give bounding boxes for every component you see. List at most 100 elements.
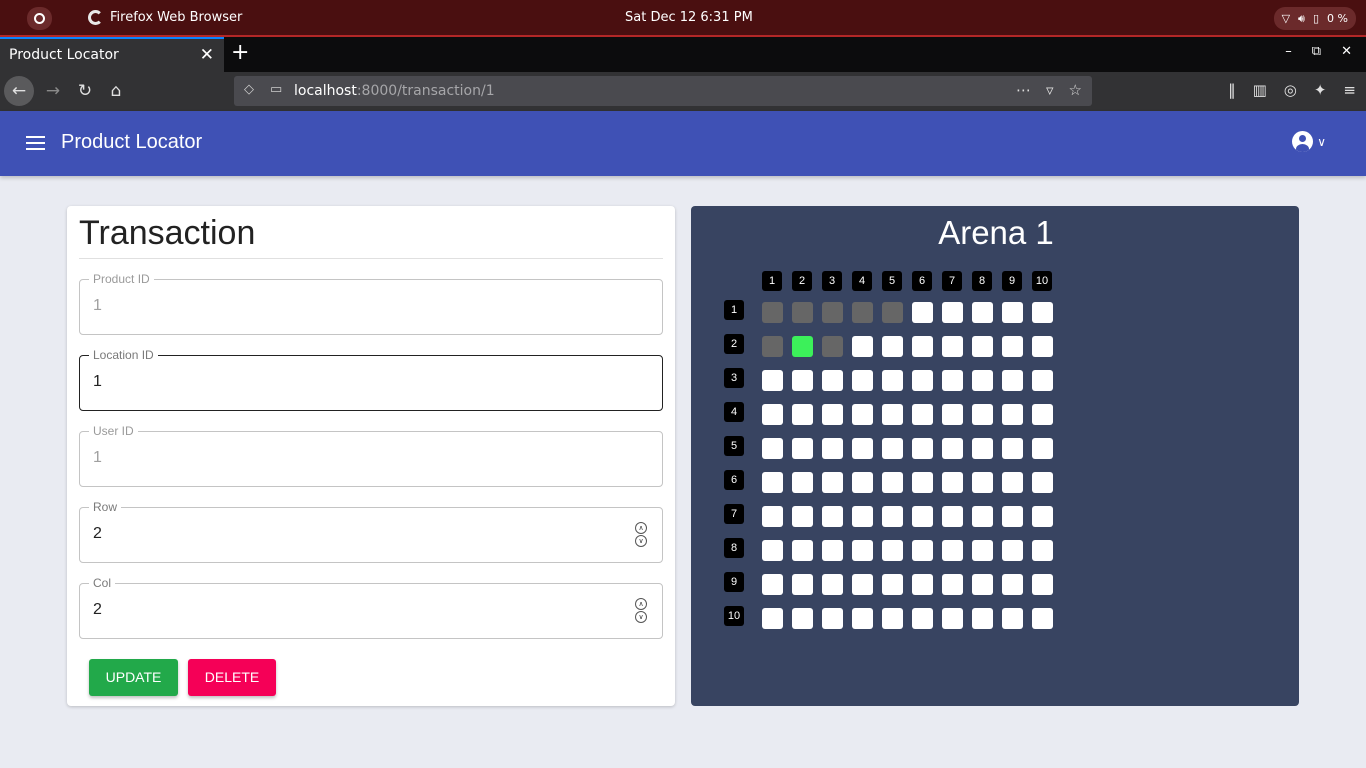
row-stepper[interactable]: ∧ ∨ xyxy=(635,522,648,548)
arena-cell-empty[interactable] xyxy=(942,404,963,425)
arena-cell-empty[interactable] xyxy=(1002,438,1023,459)
increment-icon[interactable]: ∧ xyxy=(635,522,647,534)
arena-cell-empty[interactable] xyxy=(792,540,813,561)
location-id-value[interactable]: 1 xyxy=(93,373,102,391)
arena-cell-empty[interactable] xyxy=(972,370,993,391)
arena-cell-empty[interactable] xyxy=(792,370,813,391)
arena-cell-empty[interactable] xyxy=(852,608,873,629)
library-icon[interactable]: ‖ xyxy=(1228,81,1236,99)
arena-cell-empty[interactable] xyxy=(762,404,783,425)
arena-cell-empty[interactable] xyxy=(852,370,873,391)
arena-cell-empty[interactable] xyxy=(912,336,933,357)
hamburger-menu-icon[interactable] xyxy=(26,136,45,150)
arena-cell-empty[interactable] xyxy=(852,506,873,527)
arena-cell-empty[interactable] xyxy=(882,506,903,527)
arena-cell-empty[interactable] xyxy=(762,574,783,595)
arena-cell-empty[interactable] xyxy=(942,574,963,595)
arena-cell-empty[interactable] xyxy=(792,404,813,425)
arena-cell-empty[interactable] xyxy=(912,404,933,425)
extension-icon[interactable]: ✦ xyxy=(1314,81,1327,99)
arena-cell-empty[interactable] xyxy=(912,608,933,629)
arena-cell-empty[interactable] xyxy=(942,472,963,493)
col-stepper[interactable]: ∧ ∨ xyxy=(635,598,648,624)
update-button[interactable]: UPDATE xyxy=(89,659,178,696)
arena-cell-empty[interactable] xyxy=(882,540,903,561)
arena-cell-empty[interactable] xyxy=(972,438,993,459)
increment-icon[interactable]: ∧ xyxy=(635,598,647,610)
arena-cell-empty[interactable] xyxy=(972,608,993,629)
arena-cell-empty[interactable] xyxy=(1032,472,1053,493)
arena-cell-empty[interactable] xyxy=(1032,574,1053,595)
arena-cell-empty[interactable] xyxy=(1032,438,1053,459)
account-sync-icon[interactable]: ◎ xyxy=(1284,81,1297,99)
arena-cell-empty[interactable] xyxy=(822,472,843,493)
arena-cell-empty[interactable] xyxy=(1032,540,1053,561)
arena-cell-empty[interactable] xyxy=(792,438,813,459)
arena-cell-empty[interactable] xyxy=(912,438,933,459)
arena-cell-empty[interactable] xyxy=(852,404,873,425)
arena-cell-taken[interactable] xyxy=(882,302,903,323)
arena-cell-empty[interactable] xyxy=(942,506,963,527)
arena-cell-empty[interactable] xyxy=(1002,404,1023,425)
arena-cell-empty[interactable] xyxy=(1002,608,1023,629)
arena-cell-empty[interactable] xyxy=(822,608,843,629)
arena-cell-empty[interactable] xyxy=(792,574,813,595)
arena-cell-empty[interactable] xyxy=(1032,506,1053,527)
minimize-icon[interactable]: – xyxy=(1285,44,1292,59)
arena-cell-empty[interactable] xyxy=(972,506,993,527)
system-tray[interactable]: ▽ 🔊︎ ▯ 0 % xyxy=(1273,7,1356,30)
arena-cell-empty[interactable] xyxy=(1002,370,1023,391)
arena-cell-taken[interactable] xyxy=(822,336,843,357)
arena-cell-empty[interactable] xyxy=(762,472,783,493)
new-tab-icon[interactable]: + xyxy=(231,40,249,65)
arena-cell-empty[interactable] xyxy=(1032,302,1053,323)
arena-cell-empty[interactable] xyxy=(792,608,813,629)
arena-cell-empty[interactable] xyxy=(942,540,963,561)
arena-cell-empty[interactable] xyxy=(882,472,903,493)
delete-button[interactable]: DELETE xyxy=(188,659,276,696)
activities-icon[interactable] xyxy=(27,7,52,30)
arena-cell-empty[interactable] xyxy=(762,608,783,629)
arena-cell-empty[interactable] xyxy=(912,302,933,323)
restore-icon[interactable]: ⧉ xyxy=(1312,44,1321,59)
arena-cell-empty[interactable] xyxy=(1002,540,1023,561)
arena-cell-empty[interactable] xyxy=(972,472,993,493)
arena-cell-empty[interactable] xyxy=(882,608,903,629)
arena-cell-taken[interactable] xyxy=(852,302,873,323)
arena-cell-empty[interactable] xyxy=(1032,404,1053,425)
sidebar-icon[interactable]: ▥ xyxy=(1253,81,1267,99)
arena-cell-empty[interactable] xyxy=(852,574,873,595)
row-field[interactable]: Row 2 ∧ ∨ xyxy=(79,500,663,563)
home-icon[interactable]: ⌂ xyxy=(101,76,131,106)
arena-cell-empty[interactable] xyxy=(822,438,843,459)
location-id-field[interactable]: Location ID 1 xyxy=(79,348,663,411)
arena-cell-empty[interactable] xyxy=(822,370,843,391)
url-text[interactable]: localhost:8000/transaction/1 xyxy=(294,83,495,99)
arena-cell-empty[interactable] xyxy=(912,370,933,391)
arena-cell-empty[interactable] xyxy=(762,370,783,391)
arena-cell-empty[interactable] xyxy=(882,438,903,459)
tracking-shield-icon[interactable]: ◇ xyxy=(244,82,254,97)
forward-icon[interactable]: → xyxy=(38,76,68,106)
arena-cell-empty[interactable] xyxy=(1032,336,1053,357)
arena-cell-empty[interactable] xyxy=(792,472,813,493)
col-value[interactable]: 2 xyxy=(93,601,102,619)
account-menu-button[interactable]: ∨ xyxy=(1292,131,1326,152)
menu-icon[interactable]: ≡ xyxy=(1343,81,1356,99)
bookmark-star-icon[interactable]: ☆ xyxy=(1069,81,1082,99)
arena-cell-empty[interactable] xyxy=(882,574,903,595)
col-field[interactable]: Col 2 ∧ ∨ xyxy=(79,576,663,639)
arena-cell-empty[interactable] xyxy=(912,574,933,595)
arena-cell-selected[interactable] xyxy=(792,336,813,357)
arena-cell-empty[interactable] xyxy=(762,438,783,459)
page-info-icon[interactable]: ▭ xyxy=(270,82,282,97)
arena-cell-empty[interactable] xyxy=(1002,472,1023,493)
arena-cell-empty[interactable] xyxy=(912,472,933,493)
os-clock[interactable]: Sat Dec 12 6:31 PM xyxy=(625,10,753,25)
arena-cell-taken[interactable] xyxy=(762,336,783,357)
page-actions-icon[interactable]: ⋯ xyxy=(1016,81,1031,99)
arena-cell-empty[interactable] xyxy=(822,540,843,561)
arena-cell-empty[interactable] xyxy=(822,404,843,425)
arena-cell-empty[interactable] xyxy=(972,302,993,323)
arena-cell-empty[interactable] xyxy=(942,302,963,323)
